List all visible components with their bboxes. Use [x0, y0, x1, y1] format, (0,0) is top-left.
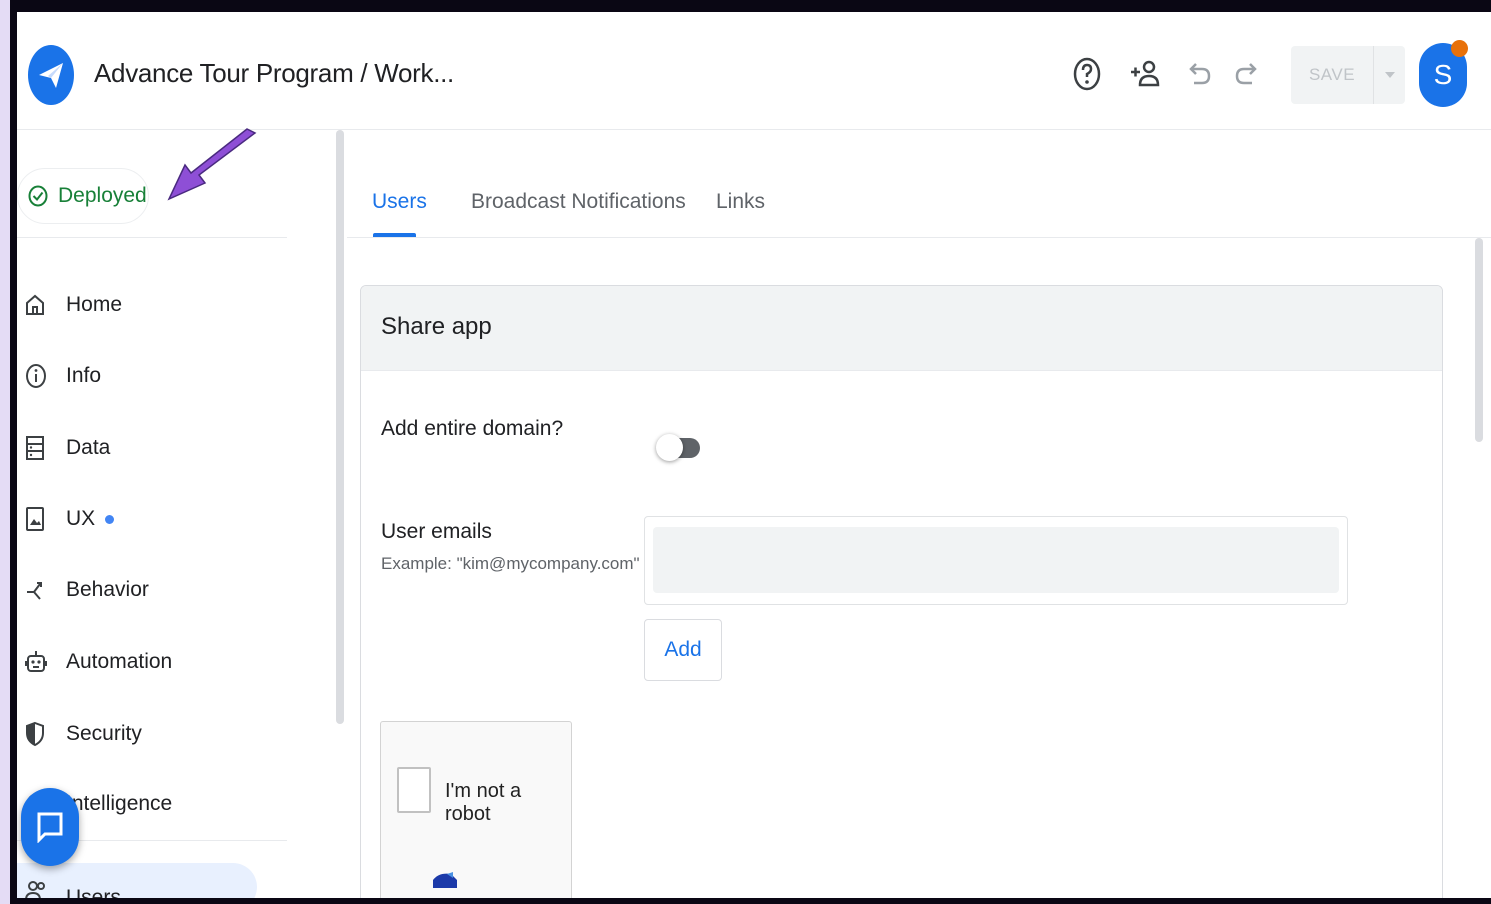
sidebar-item-automation[interactable]: Automation: [17, 637, 267, 687]
card-title: Share app: [381, 313, 492, 340]
ux-icon: [17, 499, 57, 539]
chat-icon: [37, 812, 63, 843]
main-scrollbar[interactable]: [1475, 238, 1483, 442]
sidebar-item-label: Security: [66, 722, 142, 745]
save-label: SAVE: [1308, 65, 1356, 84]
caret-down-icon: [1384, 72, 1395, 78]
unsaved-changes-dot: [105, 514, 115, 524]
sidebar-item-ux[interactable]: UX: [17, 494, 267, 544]
add-button[interactable]: Add: [644, 619, 722, 681]
sidebar-item-label: Automation: [66, 650, 173, 673]
sidebar-item-label: UX: [66, 507, 96, 530]
sidebar: Deployed Home Info Data UX Behavior Auto…: [17, 130, 347, 898]
sidebar-item-label: Intelligence: [66, 792, 173, 815]
toggle-knob: [656, 434, 683, 461]
sidebar-item-info[interactable]: Info: [17, 351, 267, 401]
chat-fab-button[interactable]: [21, 788, 79, 866]
recaptcha-checkbox[interactable]: [397, 767, 431, 813]
redo-icon[interactable]: [1230, 57, 1264, 91]
save-button[interactable]: SAVE: [1291, 46, 1405, 104]
user-emails-input[interactable]: [653, 527, 1339, 593]
deployed-label: Deployed: [58, 184, 147, 207]
sidebar-item-security[interactable]: Security: [17, 709, 267, 759]
paper-plane-icon[interactable]: [28, 45, 74, 105]
recaptcha-widget: I'm not a robot: [380, 721, 572, 898]
help-circle-icon[interactable]: [1070, 57, 1104, 91]
info-icon: [17, 356, 57, 396]
sidebar-item-label: Data: [66, 436, 111, 459]
tab-bar: Users Broadcast Notifications Links: [347, 130, 1491, 238]
recaptcha-label: I'm not a robot: [445, 780, 522, 825]
user-emails-container: [644, 516, 1348, 605]
add-domain-label: Add entire domain?: [381, 417, 564, 440]
sidebar-item-home[interactable]: Home: [17, 280, 267, 330]
card-header: Share app: [361, 286, 1442, 371]
sidebar-item-label: Behavior: [66, 578, 149, 601]
add-person-icon[interactable]: [1128, 57, 1162, 91]
users-icon: [17, 867, 57, 898]
sidebar-item-users[interactable]: Users: [17, 863, 257, 898]
data-icon: [17, 428, 57, 468]
sidebar-item-label: Users: [66, 886, 121, 898]
avatar-letter: S: [1433, 59, 1453, 90]
robot-icon: [17, 642, 57, 682]
shield-icon: [17, 714, 57, 754]
add-domain-toggle[interactable]: [656, 432, 702, 462]
sidebar-divider: [17, 237, 287, 238]
notification-badge: [1451, 40, 1468, 57]
app-header: Advance Tour Program / Work... SAVE S: [17, 12, 1491, 130]
home-icon: [17, 285, 57, 325]
app-window: Advance Tour Program / Work... SAVE S De…: [17, 12, 1491, 898]
save-dropdown-button[interactable]: [1373, 46, 1405, 104]
sidebar-item-label: Info: [66, 364, 102, 387]
user-emails-label: User emails: [381, 520, 492, 543]
recaptcha-logo-icon: [433, 872, 457, 888]
active-tab-indicator: [373, 233, 416, 237]
sidebar-item-label: Home: [66, 293, 123, 316]
share-app-card: Share app Add entire domain? User emails…: [360, 285, 1443, 898]
tab-links[interactable]: Links: [716, 190, 765, 214]
annotation-arrow: [167, 128, 257, 201]
sidebar-item-data[interactable]: Data: [17, 423, 267, 473]
sidebar-item-behavior[interactable]: Behavior: [17, 565, 267, 615]
check-circle-icon: [28, 185, 48, 207]
main-content: Users Broadcast Notifications Links Shar…: [347, 130, 1491, 898]
behavior-icon: [17, 570, 57, 610]
tab-broadcast-notifications[interactable]: Broadcast Notifications: [471, 190, 686, 214]
deployed-status-chip[interactable]: Deployed: [17, 168, 149, 224]
tab-users[interactable]: Users: [372, 190, 427, 214]
screen-border: [0, 0, 10, 904]
undo-icon[interactable]: [1182, 57, 1216, 91]
user-emails-hint: Example: "kim@mycompany.com": [381, 554, 640, 573]
sidebar-scrollbar[interactable]: [336, 130, 344, 724]
app-title: Advance Tour Program / Work...: [94, 58, 454, 88]
